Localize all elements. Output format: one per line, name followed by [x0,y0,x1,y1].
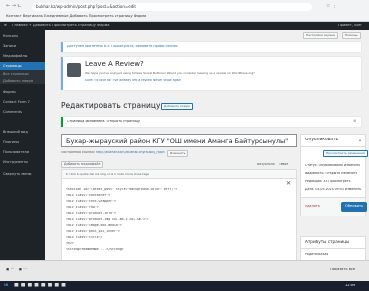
screen-options-button[interactable]: Настройки экрана [303,32,338,39]
plugin-logo-icon [67,63,81,77]
code-textarea[interactable]: <section id="latest_post" style="backgro… [66,188,292,254]
bookmarks-bar[interactable]: Контакт Вертикаль Ежедневные Добавить Пр… [0,13,369,21]
download-item[interactable]: ▣ ⋯ ▣ ⋯ [6,268,27,272]
review-title: Leave A Review? [85,61,144,68]
sidebar-item-plugins[interactable]: Плагины [0,138,45,146]
sidebar-item-posts[interactable]: Записи [0,42,45,50]
sidebar-item-appearance[interactable]: Внешний вид [0,128,45,136]
taskbar-apps[interactable]: ■■■■■■■■ [14,283,68,288]
preview-changes-button[interactable]: Просмотреть изменения [323,150,368,157]
post-title-input[interactable]: Бухар-жырауский район КГУ "ОШ имени Аман… [61,134,297,147]
tab-visual[interactable]: Визуально [257,163,275,166]
nav-buttons[interactable]: ← → C [6,4,21,9]
dismiss-icon[interactable]: ⊗ [353,119,356,123]
sidebar-collapse[interactable]: Свернуть меню [0,170,45,178]
adminbar-user[interactable]: Привет, user [338,24,362,28]
publish-date[interactable]: Дата: 04.05.2024 09:43 Изменить [305,188,361,191]
sidebar-item-cf7[interactable]: Contact Form 7 [0,98,45,106]
wp-logo-icon[interactable]: ⊕ [4,24,7,28]
parent-label: Родительская [305,253,329,256]
download-bar: ▣ ⋯ ▣ ⋯ Показать все [0,260,369,281]
divider [301,248,365,249]
help-button[interactable]: Помощь [342,32,361,39]
publish-title: Опубликовать [305,138,339,142]
review-text: We hope you've enjoyed using Simple Soci… [85,72,255,75]
review-links[interactable]: Sure! I'd love to! I've already left a r… [85,79,181,82]
post-title-text: Бухар-жырауский район КГУ "ОШ имени Аман… [66,138,289,145]
clock: 12:09 [345,284,356,287]
page-updated-text: Страница обновлена. Открыть страницу [67,120,140,123]
publish-visibility[interactable]: Видимость: Открыто Изменить [305,172,357,175]
sidebar-sub-all-pages[interactable]: Все страницы [0,70,45,77]
quicktags-toolbar[interactable]: b i link b-quote del ins img ul ol li co… [62,170,296,179]
adminbar-links[interactable]: Главная + Добавить Просмотреть страницу … [12,24,110,28]
permalink-link[interactable]: http://bukhar.kz/ru/bukhar-zhyrauskij_ra… [96,151,165,154]
sidebar-item-tools[interactable]: Инструменты [0,158,45,166]
sidebar-sub-add-new[interactable]: Добавить новую [0,77,45,84]
admin-sidebar: Консоль Записи Медиафайлы Страницы Все с… [0,30,45,260]
permalink-edit-button[interactable]: Изменить [167,150,189,157]
publish-revisions[interactable]: Редакций: 33 Просмотреть [305,180,351,183]
trash-link[interactable]: Удалить [305,205,320,208]
sidebar-item-pages[interactable]: Страницы [0,62,45,70]
publish-box: Опубликовать ▴ Просмотреть изменения Ста… [300,134,368,216]
browser-chrome: ← → C bukhar.kz/wp-admin/post.php?post=&… [0,0,369,22]
os-taskbar: ⊞ ■■■■■■■■ 12:09 [0,281,369,291]
url-bar-area: ← → C bukhar.kz/wp-admin/post.php?post=&… [6,3,364,11]
show-all-downloads[interactable]: Показать все [330,268,355,272]
wp-admin-bar: ⊕ Главная + Добавить Просмотреть страниц… [0,22,369,30]
address-input[interactable]: bukhar.kz/wp-admin/post.php?post=&action… [32,3,312,11]
sidebar-item-media[interactable]: Медиафайлы [0,52,45,60]
attributes-title: Атрибуты страницы [305,240,350,244]
add-new-page-button[interactable]: Добавить новую [161,103,193,110]
sidebar-item-comments[interactable]: Comments [0,108,45,116]
star-icon[interactable]: ☆ ⋮ [326,4,337,9]
update-notice: Доступен WordPress 6.5. Пожалуйста, обно… [61,42,361,52]
main-content: Настройки экрана Помощь Доступен WordPre… [45,30,369,279]
sidebar-item-forms[interactable]: Формы [0,88,45,96]
start-icon[interactable]: ⊞ [4,283,8,288]
review-notice: Leave A Review? We hope you've enjoyed u… [61,57,361,90]
update-notice-text[interactable]: Доступен WordPress 6.5. Пожалуйста, обно… [67,45,179,48]
sidebar-item-dashboard[interactable]: Консоль [0,32,45,40]
publish-actions: Удалить Обновить [301,197,368,216]
divider [301,146,365,147]
update-button[interactable]: Обновить [341,202,368,212]
fullscreen-close-icon[interactable]: ✕ [286,181,291,187]
publish-status[interactable]: Статус: Опубликовано Изменить [305,164,360,167]
page-title: Редактировать страницу [61,102,161,110]
permalink-label: Постоянная ссылка: [61,151,95,154]
add-media-button[interactable]: Добавить медиафайл [61,161,104,169]
page-updated-notice: Страница обновлена. Открыть страницу ⊗ [61,117,361,127]
collapse-arrow-icon[interactable]: ▴ [359,138,361,142]
code-line: <strong>Уважаемые ...</strong> [66,248,124,251]
tab-text[interactable]: Текст [279,163,288,166]
sidebar-item-users[interactable]: Пользователи [0,148,45,156]
